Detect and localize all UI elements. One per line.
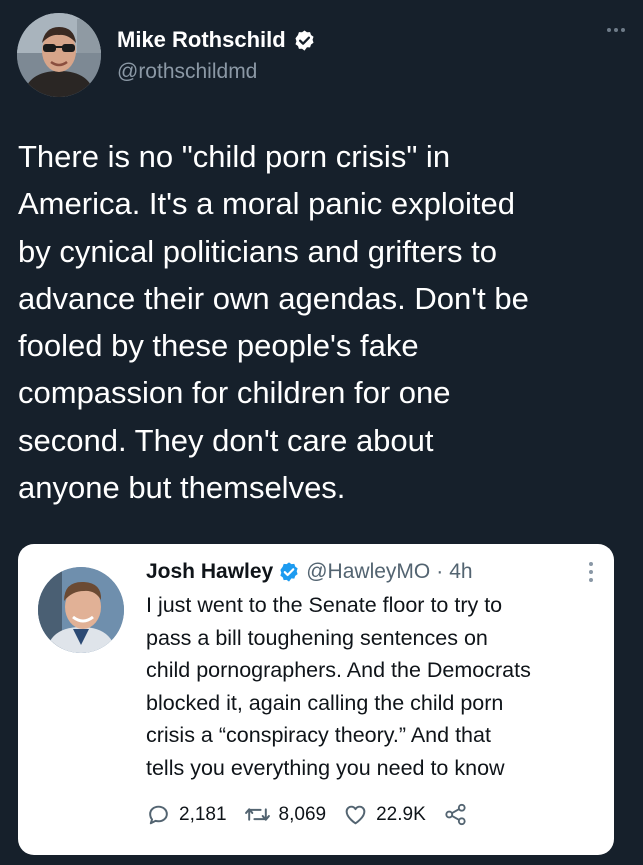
quoted-author-handle[interactable]: @HawleyMO [306, 560, 430, 584]
reply-button[interactable]: 2,181 [146, 802, 227, 827]
retweet-count: 8,069 [278, 803, 327, 825]
quoted-tweet-text: I just went to the Senate floor to try t… [146, 593, 531, 780]
tweet: Mike Rothschild @rothschildmd There is n… [0, 0, 643, 865]
reply-count: 2,181 [179, 803, 227, 825]
share-button[interactable] [443, 802, 468, 827]
author-name[interactable]: Mike Rothschild [117, 27, 316, 53]
author-name-text[interactable]: Mike Rothschild [117, 27, 286, 53]
verified-badge-icon [293, 29, 316, 52]
retweet-icon [244, 802, 271, 827]
quoted-author-name[interactable]: Josh Hawley [146, 560, 273, 584]
quoted-tweet[interactable]: Josh Hawley @HawleyMO · 4h I just went t… [18, 544, 614, 855]
retweet-button[interactable]: 8,069 [244, 802, 327, 827]
like-count: 22.9K [376, 803, 426, 825]
quoted-more-options-icon[interactable] [589, 562, 593, 582]
quoted-verified-badge-icon [278, 561, 300, 583]
quoted-time-separator: · [436, 560, 444, 583]
author-handle[interactable]: @rothschildmd [117, 60, 257, 84]
more-options-icon[interactable] [607, 28, 625, 32]
quoted-author-avatar[interactable] [38, 567, 124, 653]
author-avatar[interactable] [17, 13, 101, 97]
heart-icon [343, 802, 368, 827]
quoted-timestamp[interactable]: 4h [449, 560, 472, 584]
tweet-text: There is no "child porn crisis" in Ameri… [18, 139, 529, 506]
quoted-tweet-actions: 2,181 8,069 22.9K [146, 802, 485, 827]
reply-icon [146, 802, 171, 827]
quoted-tweet-header: Josh Hawley @HawleyMO · 4h [146, 560, 473, 584]
share-icon [443, 802, 468, 827]
like-button[interactable]: 22.9K [343, 802, 426, 827]
